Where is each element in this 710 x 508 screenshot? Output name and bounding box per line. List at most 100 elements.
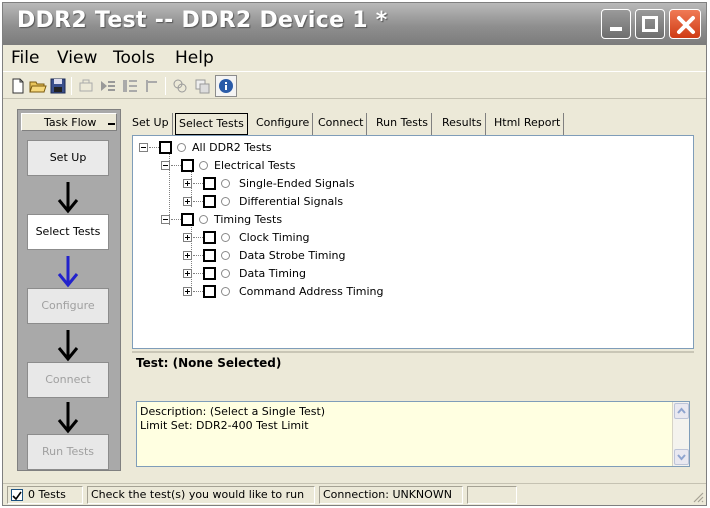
test-description-box[interactable]: Description: (Select a Single Test) Limi… <box>136 401 690 467</box>
run-icon[interactable] <box>99 77 117 95</box>
minimize-icon <box>610 27 622 31</box>
status-bar: 0 Tests Check the test(s) you would like… <box>3 483 706 505</box>
menu-file[interactable]: File <box>11 48 39 68</box>
status-radio-icon <box>199 215 208 224</box>
checkmark-icon <box>11 489 23 501</box>
tree-node-timing-tests[interactable]: Timing Tests <box>159 212 459 228</box>
flow-arrow-icon <box>57 256 79 288</box>
paste-icon[interactable] <box>193 77 211 95</box>
tree-node-label: Command Address Timing <box>239 285 384 298</box>
info-button[interactable] <box>215 75 237 97</box>
test-limit-set: Limit Set: DDR2-400 Test Limit <box>140 419 309 432</box>
test-description: Description: (Select a Single Test) <box>140 405 326 418</box>
tree-connector <box>193 273 203 274</box>
expand-icon[interactable] <box>183 251 192 260</box>
checkbox-timing-tests[interactable] <box>181 213 194 226</box>
status-hint: Check the test(s) you would like to run <box>87 486 315 504</box>
tab-set-up[interactable]: Set Up <box>129 113 173 135</box>
tab-html-report[interactable]: Html Report <box>491 113 565 135</box>
expand-icon[interactable] <box>183 179 192 188</box>
maximize-button[interactable] <box>635 9 665 39</box>
tree-node-data-strobe-timing[interactable]: Data Strobe Timing <box>181 248 481 264</box>
checkbox-single-ended-signals[interactable] <box>203 177 216 190</box>
tree-node-electrical-tests[interactable]: Electrical Tests <box>159 158 459 174</box>
tree-node-single-ended-signals[interactable]: Single-Ended Signals <box>181 176 481 192</box>
checkbox-differential-signals[interactable] <box>203 195 216 208</box>
scroll-down-button[interactable] <box>674 449 689 465</box>
window-title: DDR2 Test -- DDR2 Device 1 * <box>17 8 388 33</box>
menu-view[interactable]: View <box>57 48 97 68</box>
checkbox-clock-timing[interactable] <box>203 231 216 244</box>
test-info-panel: Test: (None Selected) Description: (Sele… <box>132 351 694 471</box>
config-icon[interactable] <box>121 77 139 95</box>
tab-configure[interactable]: Configure <box>253 113 314 135</box>
task-run-tests-button[interactable]: Run Tests <box>27 434 109 470</box>
menu-tools[interactable]: Tools <box>113 48 155 68</box>
tree-connector <box>171 219 181 220</box>
toolbar <box>3 71 706 99</box>
open-folder-icon[interactable] <box>29 77 47 95</box>
collapse-icon[interactable] <box>161 215 170 224</box>
status-radio-icon <box>221 287 230 296</box>
status-radio-icon <box>221 269 230 278</box>
close-icon <box>677 16 695 34</box>
checkbox-command-address-timing[interactable] <box>203 285 216 298</box>
task-connect-button[interactable]: Connect <box>27 362 109 398</box>
save-icon[interactable] <box>49 77 67 95</box>
expand-icon[interactable] <box>183 269 192 278</box>
tab-select-tests[interactable]: Select Tests <box>175 113 248 135</box>
expand-icon[interactable] <box>183 287 192 296</box>
flow-arrow-icon <box>57 330 79 362</box>
expand-icon[interactable] <box>183 197 192 206</box>
status-radio-icon <box>221 179 230 188</box>
task-select-tests-button[interactable]: Select Tests <box>27 214 109 250</box>
description-scrollbar[interactable] <box>672 402 689 466</box>
tab-connect[interactable]: Connect <box>315 113 368 135</box>
close-button[interactable] <box>669 9 701 39</box>
tree-connector <box>149 147 159 148</box>
tree-node-data-timing[interactable]: Data Timing <box>181 266 481 282</box>
checkbox-electrical-tests[interactable] <box>181 159 194 172</box>
task-configure-button[interactable]: Configure <box>27 288 109 324</box>
minimize-button[interactable] <box>601 9 631 39</box>
scroll-up-button[interactable] <box>674 403 689 419</box>
tree-node-command-address-timing[interactable]: Command Address Timing <box>181 284 501 300</box>
tab-run-tests[interactable]: Run Tests <box>373 113 432 135</box>
status-test-count-label: 0 Tests <box>28 488 66 501</box>
task-flow-minimize-button[interactable] <box>108 123 115 125</box>
task-flow-panel: Task Flow Set Up Select Tests Configure … <box>17 109 121 471</box>
resize-grip-icon[interactable] <box>692 491 704 503</box>
tree-connector <box>193 201 203 202</box>
tab-results[interactable]: Results <box>439 113 486 135</box>
tree-node-label: Differential Signals <box>239 195 344 208</box>
status-empty-panel <box>467 486 517 504</box>
title-bar[interactable]: DDR2 Test -- DDR2 Device 1 * <box>3 3 706 45</box>
task-setup-button[interactable]: Set Up <box>27 140 109 176</box>
tree-node-clock-timing[interactable]: Clock Timing <box>181 230 481 246</box>
status-connection: Connection: UNKNOWN <box>319 486 463 504</box>
checkbox-all-ddr2-tests[interactable] <box>159 141 172 154</box>
tree-node-all-ddr2-tests[interactable]: All DDR2 Tests <box>137 140 437 156</box>
checkbox-data-timing[interactable] <box>203 267 216 280</box>
status-radio-icon <box>177 143 186 152</box>
expand-icon[interactable] <box>183 233 192 242</box>
selected-test-title: Test: (None Selected) <box>136 356 282 370</box>
collapse-icon[interactable] <box>139 143 148 152</box>
checkbox-data-strobe-timing[interactable] <box>203 249 216 262</box>
test-tree: All DDR2 Tests Electrical Tests Single-E… <box>132 135 694 349</box>
menu-bar: File View Tools Help <box>3 45 706 71</box>
task-flow-header: Task Flow <box>21 113 117 131</box>
menu-help[interactable]: Help <box>175 48 214 68</box>
flow-arrow-icon <box>57 182 79 214</box>
status-radio-icon <box>221 197 230 206</box>
status-radio-icon <box>199 161 208 170</box>
new-file-icon[interactable] <box>9 77 27 95</box>
collapse-icon[interactable] <box>161 161 170 170</box>
cut-icon[interactable] <box>77 77 95 95</box>
flow-arrow-icon <box>57 402 79 434</box>
copy-icon[interactable] <box>171 77 189 95</box>
tree-node-differential-signals[interactable]: Differential Signals <box>181 194 481 210</box>
tree-connector <box>193 255 203 256</box>
toolbar-separator <box>71 77 72 95</box>
step-icon[interactable] <box>143 77 161 95</box>
